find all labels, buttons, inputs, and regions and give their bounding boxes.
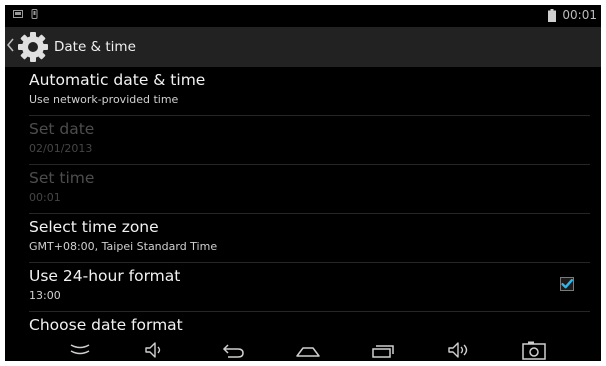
list-item-choose-date-format[interactable]: Choose date format bbox=[29, 316, 590, 334]
volume-up-icon[interactable] bbox=[446, 340, 474, 360]
status-time: 00:01 bbox=[562, 8, 597, 22]
action-bar: Date & time bbox=[5, 27, 601, 67]
list-item-select-time-zone[interactable]: Select time zone GMT+08:00, Taipei Stand… bbox=[29, 218, 590, 253]
item-title: Choose date format bbox=[29, 316, 183, 334]
item-summary: 00:01 bbox=[29, 191, 61, 204]
item-title: Automatic date & time bbox=[29, 71, 206, 89]
list-item-set-date: Set date 02/01/2013 bbox=[29, 120, 590, 155]
item-summary: Use network-provided time bbox=[29, 93, 179, 106]
item-summary: GMT+08:00, Taipei Standard Time bbox=[29, 240, 218, 253]
android-screen: 00:01 Date & time Automatic date & time … bbox=[5, 5, 601, 361]
navigation-bar bbox=[5, 339, 601, 361]
page-title: Date & time bbox=[54, 39, 136, 55]
item-title: Set time bbox=[29, 169, 95, 187]
recent-apps-icon[interactable] bbox=[369, 340, 397, 360]
item-title: Use 24-hour format bbox=[29, 267, 181, 285]
divider bbox=[29, 262, 590, 263]
item-summary: 02/01/2013 bbox=[29, 142, 93, 155]
volume-down-icon[interactable] bbox=[141, 340, 169, 360]
checkbox-checked-icon[interactable] bbox=[560, 277, 574, 291]
divider bbox=[29, 115, 590, 116]
divider bbox=[29, 213, 590, 214]
item-title: Set date bbox=[29, 120, 95, 138]
settings-gear-icon[interactable] bbox=[17, 31, 49, 63]
divider bbox=[29, 311, 590, 312]
screenshot-notification-icon bbox=[13, 10, 23, 18]
status-bar: 00:01 bbox=[5, 5, 601, 27]
battery-icon bbox=[548, 8, 557, 22]
hide-keyboard-icon[interactable] bbox=[66, 340, 94, 360]
list-item-set-time: Set time 00:01 bbox=[29, 169, 590, 204]
divider bbox=[29, 164, 590, 165]
back-icon[interactable] bbox=[219, 340, 247, 360]
item-title: Select time zone bbox=[29, 218, 159, 236]
settings-list: Automatic date & time Use network-provid… bbox=[5, 67, 601, 339]
list-item-use-24-hour-format[interactable]: Use 24-hour format 13:00 bbox=[29, 267, 590, 302]
home-icon[interactable] bbox=[294, 340, 322, 360]
camera-icon[interactable] bbox=[520, 340, 548, 360]
back-caret-icon[interactable] bbox=[7, 38, 14, 52]
item-summary: 13:00 bbox=[29, 289, 61, 302]
usb-notification-icon bbox=[31, 9, 38, 19]
list-item-automatic-date-time[interactable]: Automatic date & time Use network-provid… bbox=[29, 71, 590, 106]
